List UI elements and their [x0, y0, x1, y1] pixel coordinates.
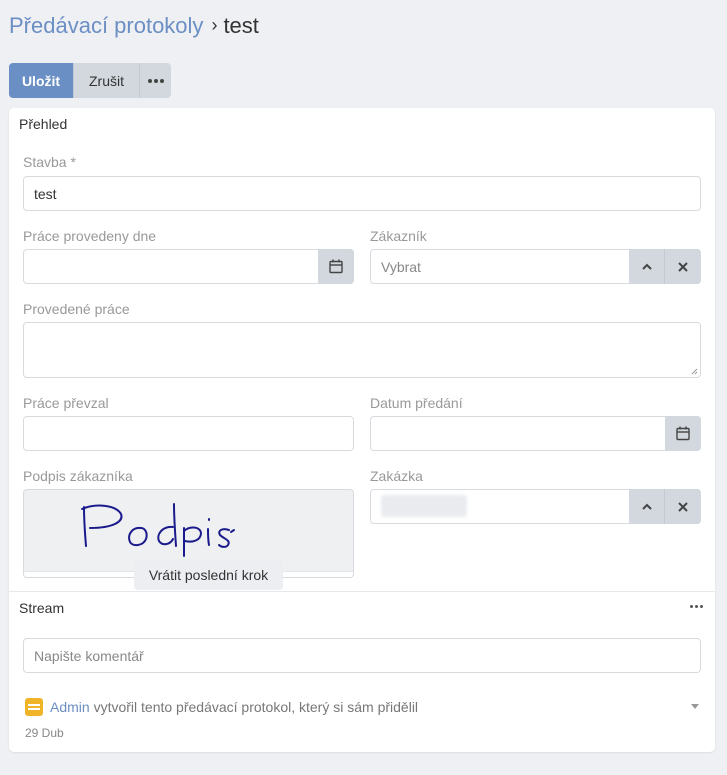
- datum-predani-input[interactable]: [370, 416, 701, 451]
- ellipsis-icon: [147, 78, 164, 83]
- calendar-icon: [676, 426, 690, 441]
- activity-text: Admin vytvořil tento předávací protokol,…: [50, 699, 418, 715]
- date-picker-button[interactable]: [318, 249, 354, 284]
- zakazka-blurred-value: [381, 495, 467, 517]
- close-icon: [678, 261, 688, 272]
- chevron-down-icon[interactable]: [691, 704, 699, 709]
- ellipsis-icon: [690, 605, 703, 608]
- more-actions-button[interactable]: [139, 63, 171, 98]
- undo-signature-button[interactable]: Vrátit poslední krok: [134, 559, 283, 590]
- breadcrumb: Předávací protokoly › test: [9, 12, 259, 41]
- stavba-input[interactable]: test: [23, 176, 701, 211]
- resize-handle-icon[interactable]: [691, 368, 698, 375]
- action-toolbar: Uložit Zrušit: [9, 63, 171, 98]
- activity-user-link[interactable]: Admin: [50, 699, 90, 715]
- zakaznik-select-button[interactable]: [629, 249, 665, 284]
- comment-placeholder: Napište komentář: [34, 647, 144, 664]
- breadcrumb-separator: ›: [211, 15, 218, 35]
- prace-provedeny-dne-input[interactable]: [23, 249, 354, 284]
- overview-title: Přehled: [19, 116, 68, 132]
- chevron-up-icon: [641, 503, 652, 510]
- comment-input[interactable]: Napište komentář: [23, 638, 701, 673]
- breadcrumb-parent-link[interactable]: Předávací protokoly: [9, 13, 203, 38]
- date-picker-button[interactable]: [665, 416, 701, 451]
- protocol-icon: [25, 698, 43, 716]
- prace-prevzal-label: Práce převzal: [23, 395, 109, 411]
- section-divider: [9, 591, 715, 592]
- page-title: test: [223, 13, 259, 38]
- zakaznik-clear-button[interactable]: [665, 249, 701, 284]
- close-icon: [678, 501, 688, 512]
- podpis-zakaznika-label: Podpis zákazníka: [23, 468, 133, 484]
- prace-provedeny-dne-label: Práce provedeny dne: [23, 228, 157, 244]
- zakaznik-select[interactable]: Vybrat: [370, 249, 701, 284]
- chevron-up-icon: [641, 263, 652, 270]
- zakazka-clear-button[interactable]: [665, 489, 701, 524]
- zakazka-select-button[interactable]: [629, 489, 665, 524]
- provedene-prace-textarea[interactable]: [23, 322, 701, 378]
- zakaznik-placeholder: Vybrat: [381, 258, 421, 275]
- provedene-prace-label: Provedené práce: [23, 301, 130, 317]
- stavba-value: test: [34, 185, 57, 202]
- stream-title: Stream: [19, 600, 65, 616]
- save-button[interactable]: Uložit: [9, 63, 73, 98]
- record-panel: Přehled Stavba * test Práce provedeny dn…: [9, 108, 715, 752]
- activity-date: 29 Dub: [25, 726, 64, 740]
- cancel-button[interactable]: Zrušit: [73, 63, 139, 98]
- prace-prevzal-input[interactable]: [23, 416, 354, 451]
- zakaznik-label: Zákazník: [370, 228, 427, 244]
- datum-predani-label: Datum předání: [370, 395, 463, 411]
- stavba-label: Stavba *: [23, 154, 76, 170]
- calendar-icon: [329, 259, 343, 274]
- stream-more-button[interactable]: [690, 605, 703, 608]
- zakazka-select[interactable]: [370, 489, 701, 524]
- zakazka-label: Zakázka: [370, 468, 423, 484]
- activity-description: vytvořil tento předávací protokol, který…: [89, 699, 419, 715]
